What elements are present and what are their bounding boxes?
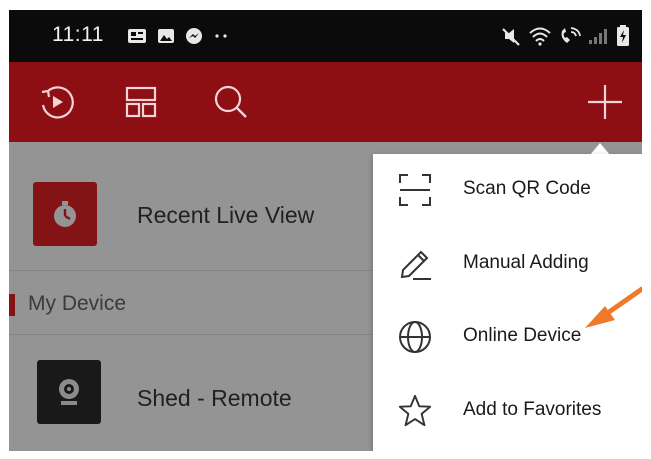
annotation-arrow-icon (585, 286, 642, 328)
phone-screen: 11:11 Recent Live View My Device Shed - … (9, 10, 642, 451)
